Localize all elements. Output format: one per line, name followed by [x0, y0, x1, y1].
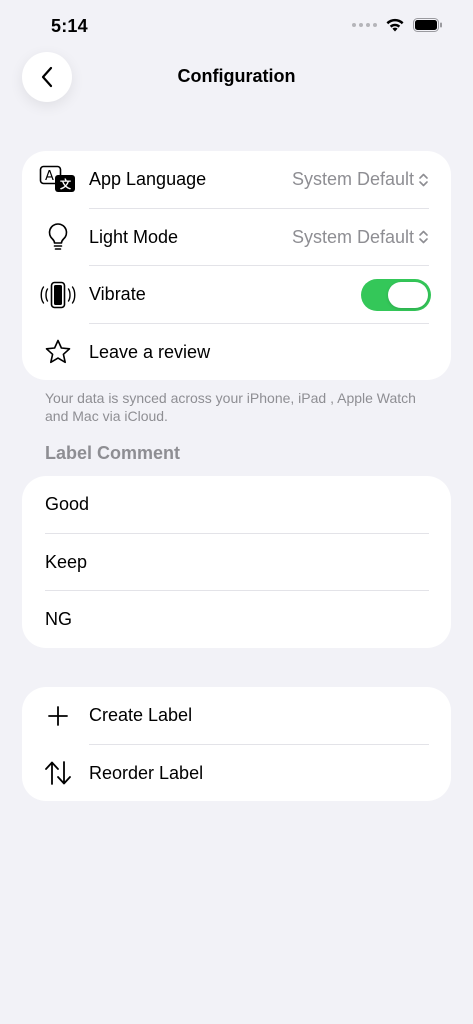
light-mode-value[interactable]: System Default	[292, 227, 429, 248]
vibrate-toggle[interactable]	[361, 278, 431, 311]
app-language-value-text: System Default	[291, 169, 414, 190]
app-language-label: App Language	[89, 169, 207, 190]
light-mode-value-text: System Default	[291, 226, 414, 247]
light-mode-row[interactable]: Light Mode System Default	[22, 209, 451, 267]
vibrate-label: Vibrate	[89, 284, 146, 305]
battery-icon	[413, 18, 442, 32]
status-time: 5:14	[51, 16, 88, 36]
list-item[interactable]: Good	[22, 476, 451, 534]
wifi-icon	[386, 18, 404, 32]
section-header-label-comment: Label Comment	[45, 443, 181, 463]
vibrate-row: Vibrate	[22, 266, 451, 324]
cellular-signal-icon	[352, 23, 377, 27]
create-label-label: Create Label	[89, 705, 193, 726]
leave-review-row[interactable]: Leave a review	[22, 324, 451, 381]
reorder-label-label: Reorder Label	[89, 762, 204, 783]
list-item[interactable]: NG	[22, 591, 451, 648]
actions-card: Create Label Reorder Label	[22, 687, 451, 801]
lightbulb-icon	[36, 209, 80, 267]
reorder-arrows-icon	[36, 745, 80, 802]
toggle-knob	[388, 281, 428, 308]
svg-text:文: 文	[60, 177, 72, 191]
app-language-row[interactable]: A 文 App Language System Default	[22, 151, 451, 209]
label-name: Good	[45, 494, 90, 515]
sync-footnote: Your data is synced across your iPhone, …	[45, 390, 416, 424]
leave-review-label: Leave a review	[89, 341, 211, 362]
settings-card: A 文 App Language System Default Light Mo…	[22, 151, 451, 380]
plus-icon	[36, 687, 80, 745]
page-title: Configuration	[177, 66, 296, 86]
chevron-up-down-icon	[419, 173, 428, 187]
label-name: NG	[45, 609, 72, 630]
create-label-row[interactable]: Create Label	[22, 687, 451, 745]
light-mode-label: Light Mode	[89, 226, 179, 247]
status-bar: 5:14	[0, 0, 473, 54]
labels-card: Good Keep NG	[22, 476, 451, 648]
label-name: Keep	[45, 551, 88, 572]
svg-text:A: A	[45, 169, 54, 184]
app-language-value[interactable]: System Default	[292, 169, 429, 190]
translate-icon: A 文	[36, 151, 80, 209]
vibrate-phone-icon	[36, 266, 80, 324]
chevron-up-down-icon	[419, 230, 428, 244]
navigation-bar: Configuration	[0, 50, 473, 106]
reorder-label-row[interactable]: Reorder Label	[22, 745, 451, 802]
status-icons	[352, 17, 443, 33]
list-item[interactable]: Keep	[22, 534, 451, 591]
star-icon	[36, 324, 80, 381]
